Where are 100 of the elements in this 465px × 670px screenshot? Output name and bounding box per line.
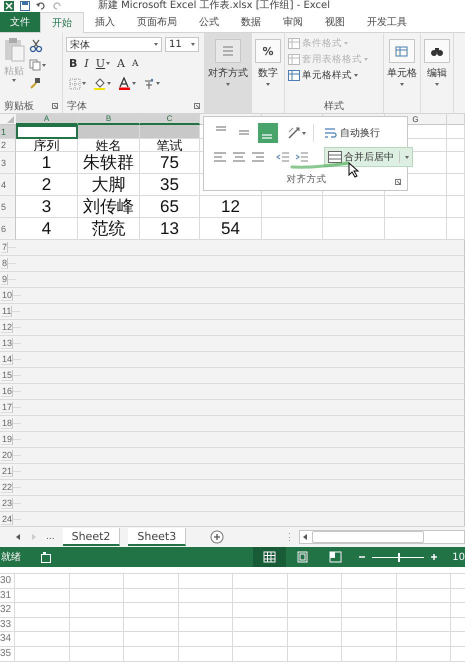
ribbon-tab[interactable]: 公式: [188, 12, 230, 32]
style-menu-button[interactable]: 单元格样式: [288, 69, 380, 82]
text-orientation-icon[interactable]: [287, 126, 301, 140]
ribbon-tab[interactable]: 审阅: [272, 12, 314, 32]
zoom-percent[interactable]: 10: [452, 552, 465, 562]
font-name-field[interactable]: 宋体: [66, 37, 162, 52]
italic-button[interactable]: I: [84, 57, 89, 70]
caret-icon: [266, 83, 270, 86]
next-sheet-icon[interactable]: [30, 533, 38, 541]
caret-icon: [12, 79, 16, 82]
row-number: 3: [0, 152, 16, 174]
font-color-icon[interactable]: [118, 77, 131, 90]
ribbon-tab[interactable]: 页面布局: [126, 12, 188, 32]
row-number: 1: [0, 125, 16, 139]
bold-button[interactable]: B: [69, 57, 78, 70]
scissors-icon[interactable]: [29, 39, 43, 53]
row-number: 2: [0, 139, 16, 152]
empty-cell[interactable]: [323, 196, 385, 218]
horizontal-scrollbar[interactable]: [299, 530, 465, 544]
ribbon-tab[interactable]: 开始: [40, 12, 84, 33]
dialog-launcher-icon[interactable]: [194, 103, 200, 109]
bottom-align-icon[interactable]: [258, 123, 278, 143]
selected-cell[interactable]: [140, 125, 200, 139]
macro-record-icon[interactable]: [41, 552, 51, 562]
caret-icon: [435, 83, 439, 86]
row-number: 32: [0, 603, 12, 618]
clipboard-icon: [3, 37, 25, 63]
row-number: 22: [1, 482, 14, 493]
normal-view-icon[interactable]: [253, 547, 286, 567]
dialog-launcher-icon[interactable]: [395, 179, 401, 185]
ribbon-tab[interactable]: 开发工具: [356, 12, 418, 32]
row-number: 20: [1, 450, 14, 461]
ribbon-tab[interactable]: 插入: [84, 12, 126, 32]
row-number: 16: [1, 386, 14, 397]
fill-bucket-icon[interactable]: [93, 77, 106, 90]
ribbon-tab[interactable]: 文件: [0, 12, 40, 32]
empty-cell[interactable]: [385, 196, 447, 218]
caret-icon: [364, 58, 368, 61]
caret-icon: [191, 43, 195, 46]
add-sheet-icon[interactable]: [210, 530, 224, 544]
group-label: 剪贴板: [4, 100, 34, 113]
selected-cell[interactable]: [78, 125, 140, 139]
cells-button[interactable]: 单元格: [384, 33, 421, 113]
row-number: 17: [1, 402, 14, 413]
ribbon-tab[interactable]: 数据: [230, 12, 272, 32]
row-number: 8: [1, 258, 8, 269]
copy-icon[interactable]: [29, 59, 41, 71]
save-icon[interactable]: [20, 1, 30, 11]
font-size-field[interactable]: 11: [165, 37, 199, 52]
more-sheets-button[interactable]: ...: [46, 532, 55, 542]
group-label: 对齐方式: [286, 172, 326, 186]
row-number: 14: [1, 354, 14, 365]
alignment-button[interactable]: 对齐方式: [205, 33, 252, 113]
group-label: 样式: [324, 100, 344, 113]
status-text: 就绪: [0, 550, 21, 564]
row-number: 10: [1, 290, 14, 301]
row-number: 19: [1, 434, 14, 445]
number-button[interactable]: % 数字: [252, 33, 285, 113]
caret-icon: [405, 156, 409, 158]
zoom-in-icon[interactable]: [430, 553, 438, 561]
highlight-stroke: [290, 161, 350, 169]
editing-button[interactable]: 编辑: [421, 33, 454, 113]
column-header[interactable]: G: [412, 115, 419, 124]
table-cell: 大脚: [78, 174, 140, 196]
grow-font-button[interactable]: A: [117, 57, 125, 70]
merge-cells-icon: [328, 151, 342, 163]
caret-icon: [82, 82, 86, 85]
column-header[interactable]: C: [140, 114, 200, 125]
merge-center-button[interactable]: 合并后居中: [324, 147, 413, 167]
column-header[interactable]: B: [78, 114, 140, 125]
column-header[interactable]: A: [16, 114, 78, 125]
format-painter-icon[interactable]: [29, 77, 41, 89]
ribbon-tab[interactable]: 视图: [314, 12, 356, 32]
row-number: 5: [0, 196, 16, 218]
shrink-font-button[interactable]: A: [132, 58, 138, 68]
caret-icon: [107, 82, 111, 85]
active-cell[interactable]: [16, 125, 78, 139]
sheet-tab[interactable]: Sheet2: [62, 528, 120, 546]
previous-sheet-icon[interactable]: [14, 533, 22, 541]
table-cell: 1: [16, 152, 78, 174]
underline-button[interactable]: U: [96, 57, 106, 70]
wrap-text-button[interactable]: 自动换行: [321, 124, 383, 142]
empty-cell: [447, 196, 465, 218]
undo-icon[interactable]: [36, 1, 46, 11]
phonetic-icon[interactable]: [143, 78, 155, 90]
row-number: 12: [1, 322, 14, 333]
table-cell: 笔试: [140, 139, 200, 152]
empty-cell[interactable]: [262, 196, 323, 218]
redo-icon[interactable]: [52, 1, 62, 11]
row-number: 21: [1, 466, 14, 477]
caret-icon: [400, 83, 404, 86]
caret-icon: [156, 82, 160, 85]
row-number: 33: [0, 618, 12, 632]
table-style-icon: [288, 70, 300, 81]
row-number: 31: [0, 588, 12, 603]
dialog-launcher-icon[interactable]: [52, 103, 58, 109]
sheet-tab[interactable]: Sheet3: [128, 528, 186, 546]
caret-icon: [302, 132, 306, 134]
border-icon[interactable]: [69, 78, 81, 90]
table-cell: 朱轶群: [78, 152, 140, 174]
